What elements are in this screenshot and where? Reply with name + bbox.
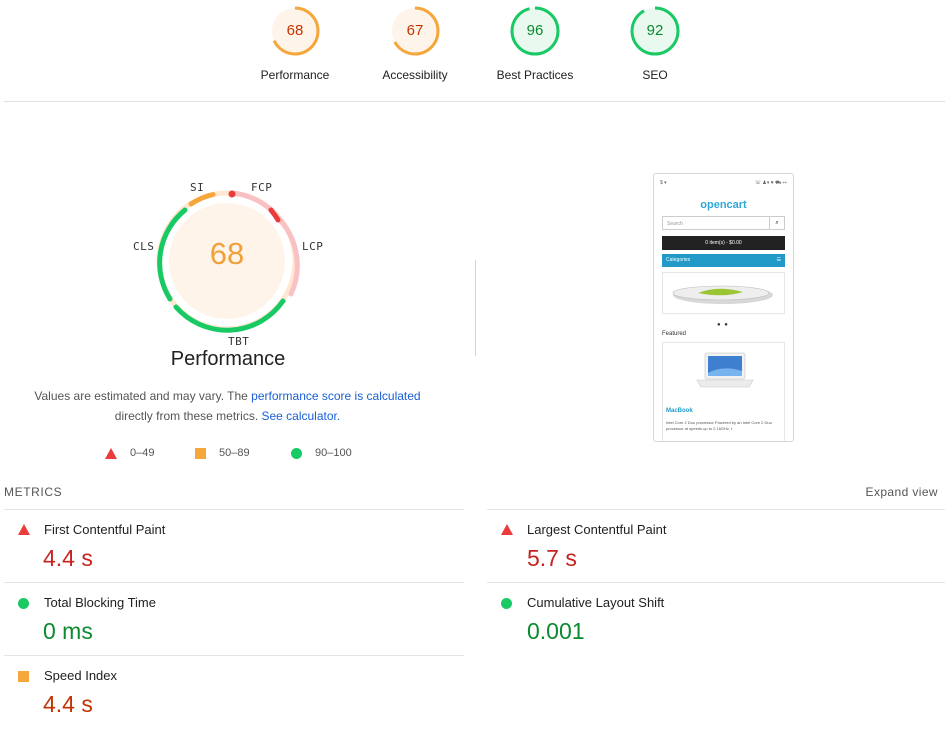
gauge-score: 92: [646, 22, 664, 39]
final-screenshot[interactable]: $ ▾ ☏ ♟▾ ♥ ⛟ ↦ opencart Search ⌕ 0 item(…: [653, 173, 794, 442]
metric-name: Speed Index: [44, 668, 118, 683]
gauge-score: 68: [286, 22, 304, 39]
gauge-label: Performance: [260, 68, 330, 82]
performance-title: Performance: [170, 348, 286, 370]
thumb-topbar: $ ▾ ☏ ♟▾ ♥ ⛟ ↦: [660, 180, 787, 188]
gauge-seo[interactable]: 92 SEO: [595, 6, 715, 82]
fail-triangle-icon: [18, 524, 30, 535]
gauge-label: SEO: [642, 68, 668, 82]
slider-dots: ● ●: [717, 322, 729, 328]
gauge-score: 96: [526, 22, 544, 39]
legend-fail: 0–49: [105, 446, 154, 460]
metric-value: 0.001: [527, 618, 585, 644]
metric-divider: [4, 655, 464, 656]
metric-value: 4.4 s: [43, 691, 93, 717]
gauge-label: Accessibility: [382, 68, 448, 82]
note-text: Values are estimated and may vary. The: [34, 389, 252, 403]
label-tbt: TBT: [228, 335, 250, 348]
gauge-score: 67: [406, 22, 424, 39]
gauge-ring: 67: [390, 6, 440, 56]
thumb-featured: Featured: [662, 331, 687, 337]
gauge-ring: 68: [270, 6, 320, 56]
metric-divider: [487, 582, 945, 583]
performance-score: 68: [209, 236, 245, 271]
metric-name: Largest Contentful Paint: [527, 522, 667, 537]
header-icons: ☏ ♟▾ ♥ ⛟ ↦: [754, 180, 787, 186]
thumb-slide: [662, 272, 785, 314]
triangle-icon: [105, 447, 117, 459]
legend-label: 50–89: [219, 447, 250, 459]
thumb-logo: opencart: [700, 199, 747, 211]
gauge-accessibility[interactable]: 67 Accessibility: [355, 6, 475, 82]
legend-average: 50–89: [195, 446, 250, 460]
vertical-divider: [475, 260, 476, 356]
gauge-label: Best Practices: [496, 68, 574, 82]
metric-divider: [4, 509, 464, 510]
legend-label: 90–100: [315, 447, 352, 459]
segment-si: [188, 192, 216, 207]
menu-icon: ☰: [776, 257, 781, 263]
note-text: directly from these metrics.: [114, 409, 262, 423]
gauge-ring: 96: [510, 6, 560, 56]
phone-image: [672, 285, 773, 304]
pass-circle-icon: [501, 598, 512, 609]
label-lcp: LCP: [302, 240, 324, 253]
gauge-best-practices[interactable]: 96 Best Practices: [475, 6, 595, 82]
thumb-product-name: MacBook: [666, 408, 693, 414]
legend-pass: 90–100: [291, 446, 352, 460]
performance-note: Values are estimated and may vary. The p…: [20, 386, 435, 426]
see-calculator-link[interactable]: See calculator.: [261, 409, 340, 423]
circle-icon: [291, 447, 302, 459]
metric-name: First Contentful Paint: [44, 522, 166, 537]
categories-label: Categories: [666, 257, 691, 263]
currency-icon: $ ▾: [660, 180, 667, 186]
gauge-performance[interactable]: 68 Performance: [235, 6, 355, 82]
metric-name: Total Blocking Time: [44, 595, 156, 610]
label-cls: CLS: [133, 240, 155, 253]
thumb-categories: Categories ☰: [662, 254, 785, 267]
top-divider: [4, 101, 945, 102]
legend-label: 0–49: [130, 447, 155, 459]
metric-value: 5.7 s: [527, 545, 577, 571]
fail-triangle-icon: [501, 524, 513, 535]
average-square-icon: [18, 671, 29, 682]
thumb-product-desc: Intel Core 2 Duo processor Powered by an…: [666, 420, 772, 431]
thumb-search: Search: [662, 216, 770, 230]
label-si: SI: [190, 181, 205, 194]
score-calculated-link[interactable]: performance score is calculated: [251, 389, 420, 403]
metric-divider: [4, 582, 464, 583]
metric-divider: [487, 509, 945, 510]
pass-circle-icon: [18, 598, 29, 609]
segment-fcp-marker: [228, 190, 236, 198]
thumb-cart: 0 item(s) - $0.00: [662, 236, 785, 250]
gauge-ring: 92: [630, 6, 680, 56]
search-icon: ⌕: [769, 216, 785, 230]
metrics-heading: METRICS: [4, 485, 63, 499]
laptop-image: [696, 352, 754, 388]
expand-view-toggle[interactable]: Expand view: [866, 485, 938, 499]
metric-value: 4.4 s: [43, 545, 93, 571]
metric-value: 0 ms: [43, 618, 93, 644]
metric-name: Cumulative Layout Shift: [527, 595, 665, 610]
square-icon: [195, 447, 206, 459]
label-fcp: FCP: [251, 181, 273, 194]
